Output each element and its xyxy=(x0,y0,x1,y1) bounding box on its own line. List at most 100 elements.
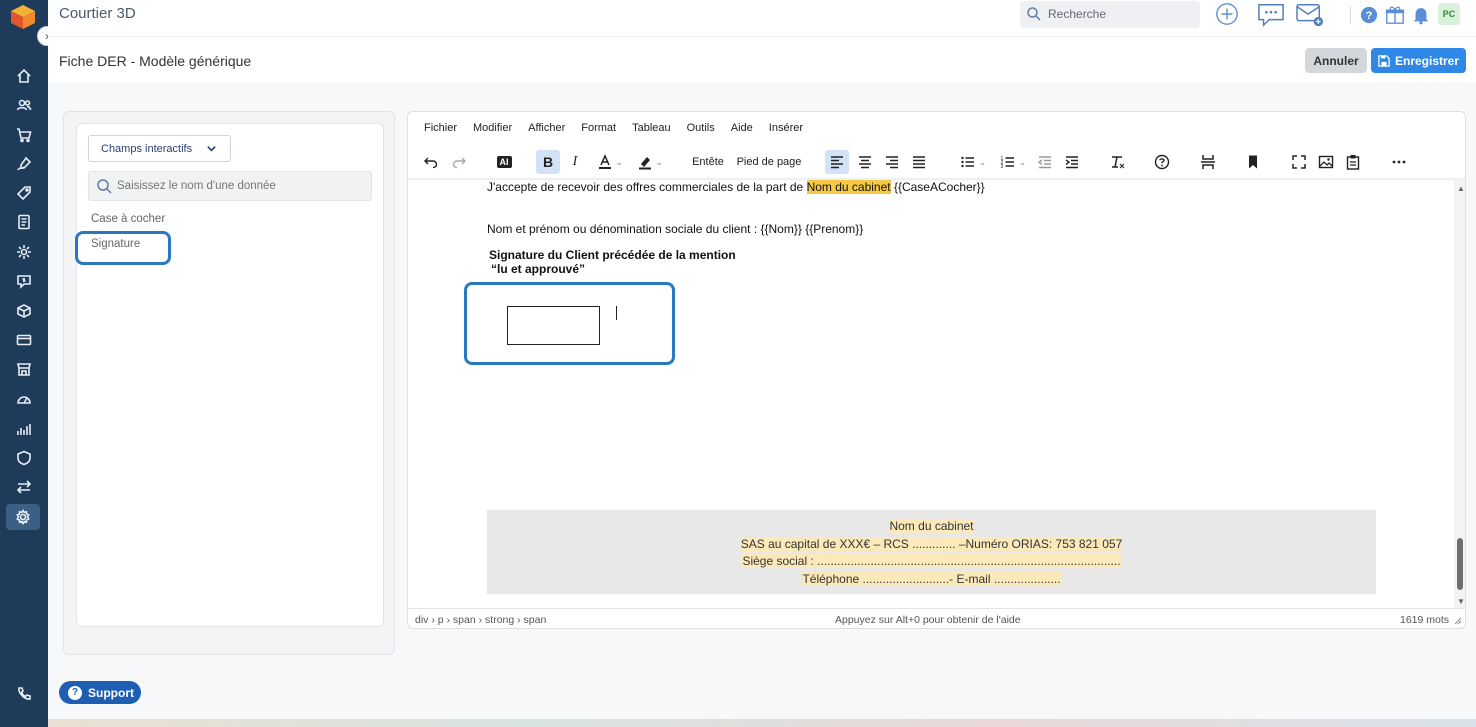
bold-button[interactable]: B xyxy=(536,150,560,174)
fullscreen-icon[interactable] xyxy=(1289,150,1309,174)
rich-text-editor: Fichier Modifier Afficher Format Tableau… xyxy=(407,111,1466,629)
menu-view[interactable]: Afficher xyxy=(528,122,565,140)
home-icon[interactable] xyxy=(11,65,37,87)
menu-tools[interactable]: Outils xyxy=(687,122,715,140)
align-center-icon[interactable] xyxy=(855,150,875,174)
align-justify-icon[interactable] xyxy=(909,150,929,174)
search-icon xyxy=(97,179,112,194)
package-icon[interactable] xyxy=(11,300,37,322)
paste-icon[interactable] xyxy=(1343,150,1363,174)
bottom-strip xyxy=(48,719,1476,727)
signature-item-highlight xyxy=(75,231,171,265)
toolbar-separator xyxy=(1350,6,1351,24)
cart-icon[interactable] xyxy=(11,124,37,146)
help-circle-icon[interactable] xyxy=(1152,150,1172,174)
tag-icon[interactable] xyxy=(11,182,37,204)
shield-icon[interactable] xyxy=(11,447,37,469)
document-icon[interactable] xyxy=(11,211,37,233)
transfer-icon[interactable] xyxy=(11,476,37,498)
editor-menubar: Fichier Modifier Afficher Format Tableau… xyxy=(408,122,803,140)
menu-table[interactable]: Tableau xyxy=(632,122,671,140)
support-button[interactable]: ? Support xyxy=(59,681,141,704)
scroll-down-icon[interactable]: ▼ xyxy=(1457,597,1465,606)
gauge-icon[interactable] xyxy=(11,388,37,410)
redo-icon[interactable] xyxy=(449,150,469,174)
svg-text:3: 3 xyxy=(1000,164,1003,170)
help-hint: Appuyez sur Alt+0 pour obtenir de l'aide xyxy=(835,614,1021,626)
editor-statusbar: div › p › span › strong › span Appuyez s… xyxy=(408,608,1465,628)
editor-scrollbar[interactable]: ▲ ▼ xyxy=(1454,180,1465,608)
highlight-color-button[interactable]: ⌄ xyxy=(633,150,667,174)
new-mail-icon[interactable] xyxy=(1294,1,1326,29)
field-search[interactable] xyxy=(88,171,372,201)
menu-insert[interactable]: Insérer xyxy=(769,122,803,140)
image-icon[interactable] xyxy=(1316,150,1336,174)
footer-button[interactable]: Pied de page xyxy=(735,150,803,174)
save-icon xyxy=(1378,54,1390,67)
footer-address: Siège social : .........................… xyxy=(742,554,1121,568)
field-item-checkbox[interactable]: Case à cocher xyxy=(91,213,165,225)
users-icon[interactable] xyxy=(11,94,37,116)
word-count[interactable]: 1619 mots xyxy=(1400,614,1449,626)
menu-file[interactable]: Fichier xyxy=(424,122,457,140)
sign-contract-icon[interactable] xyxy=(11,153,37,175)
cog-network-icon[interactable] xyxy=(11,241,37,263)
field-type-dropdown-label: Champs interactifs xyxy=(101,142,193,155)
editor-content[interactable]: J'accepte de recevoir des offres commerc… xyxy=(408,180,1454,608)
global-search-input[interactable]: Recherche xyxy=(1020,1,1200,28)
signature-mention: “lu et approuvé” xyxy=(491,262,586,276)
numbered-list-icon[interactable]: 1 2 3 ⌄ xyxy=(996,150,1030,174)
ai-assistant-button[interactable]: AI xyxy=(495,150,513,174)
gift-icon[interactable] xyxy=(1384,4,1406,26)
page-title: Fiche DER - Modèle générique xyxy=(59,53,252,69)
svg-text:?: ? xyxy=(1366,10,1373,22)
support-label: Support xyxy=(88,685,134,700)
analytics-icon[interactable] xyxy=(11,418,37,440)
text-color-button[interactable]: ⌄ xyxy=(593,150,627,174)
cabinet-name-highlight: Nom du cabinet xyxy=(806,180,891,194)
document-footer: Nom du cabinet SAS au capital de XXX€ – … xyxy=(487,510,1376,594)
resize-grip-icon[interactable] xyxy=(1454,617,1462,625)
chat-icon[interactable] xyxy=(1255,1,1287,29)
save-button[interactable]: Enregistrer xyxy=(1371,48,1466,73)
bookmark-icon[interactable] xyxy=(1243,150,1263,174)
money-chat-icon[interactable] xyxy=(11,270,37,292)
undo-icon[interactable] xyxy=(421,150,441,174)
align-right-icon[interactable] xyxy=(882,150,902,174)
cancel-button[interactable]: Annuler xyxy=(1305,48,1367,73)
element-path[interactable]: div › p › span › strong › span xyxy=(415,614,546,626)
user-avatar[interactable]: PC xyxy=(1438,3,1460,25)
align-left-icon[interactable] xyxy=(825,150,849,174)
field-search-input[interactable] xyxy=(117,177,357,195)
outdent-icon[interactable] xyxy=(1035,150,1055,174)
phone-icon[interactable] xyxy=(11,683,37,705)
scroll-thumb[interactable] xyxy=(1457,538,1463,590)
clear-format-icon[interactable] xyxy=(1107,150,1127,174)
field-type-dropdown[interactable]: Champs interactifs xyxy=(88,135,231,162)
italic-button[interactable]: I xyxy=(565,150,585,174)
app-logo-icon[interactable] xyxy=(10,4,36,30)
help-icon[interactable]: ? xyxy=(1359,5,1379,25)
bullet-list-icon[interactable]: ⌄ xyxy=(956,150,990,174)
more-options-icon[interactable] xyxy=(1389,150,1409,174)
page-header: Fiche DER - Modèle générique Annuler Enr… xyxy=(48,36,1476,82)
menu-help[interactable]: Aide xyxy=(731,122,753,140)
header-button[interactable]: Entête xyxy=(690,150,726,174)
save-button-label: Enregistrer xyxy=(1394,53,1460,68)
menu-edit[interactable]: Modifier xyxy=(473,122,512,140)
page-break-icon[interactable] xyxy=(1198,150,1218,174)
settings-icon[interactable] xyxy=(6,504,40,530)
client-name-line: Nom et prénom ou dénomination sociale du… xyxy=(487,222,864,236)
app-title: Courtier 3D xyxy=(59,5,136,22)
consent-text: J'accepte de recevoir des offres commerc… xyxy=(487,180,807,194)
footer-capital: SAS au capital de XXX€ – RCS ...........… xyxy=(740,537,1123,551)
card-icon[interactable] xyxy=(11,329,37,351)
chevron-down-icon xyxy=(207,146,216,152)
menu-format[interactable]: Format xyxy=(581,122,616,140)
add-circle-icon[interactable] xyxy=(1214,1,1240,27)
scroll-up-icon[interactable]: ▲ xyxy=(1457,184,1465,193)
bell-icon[interactable] xyxy=(1410,4,1432,26)
indent-icon[interactable] xyxy=(1062,150,1082,174)
store-icon[interactable] xyxy=(11,358,37,380)
signature-field-highlight xyxy=(464,282,675,365)
